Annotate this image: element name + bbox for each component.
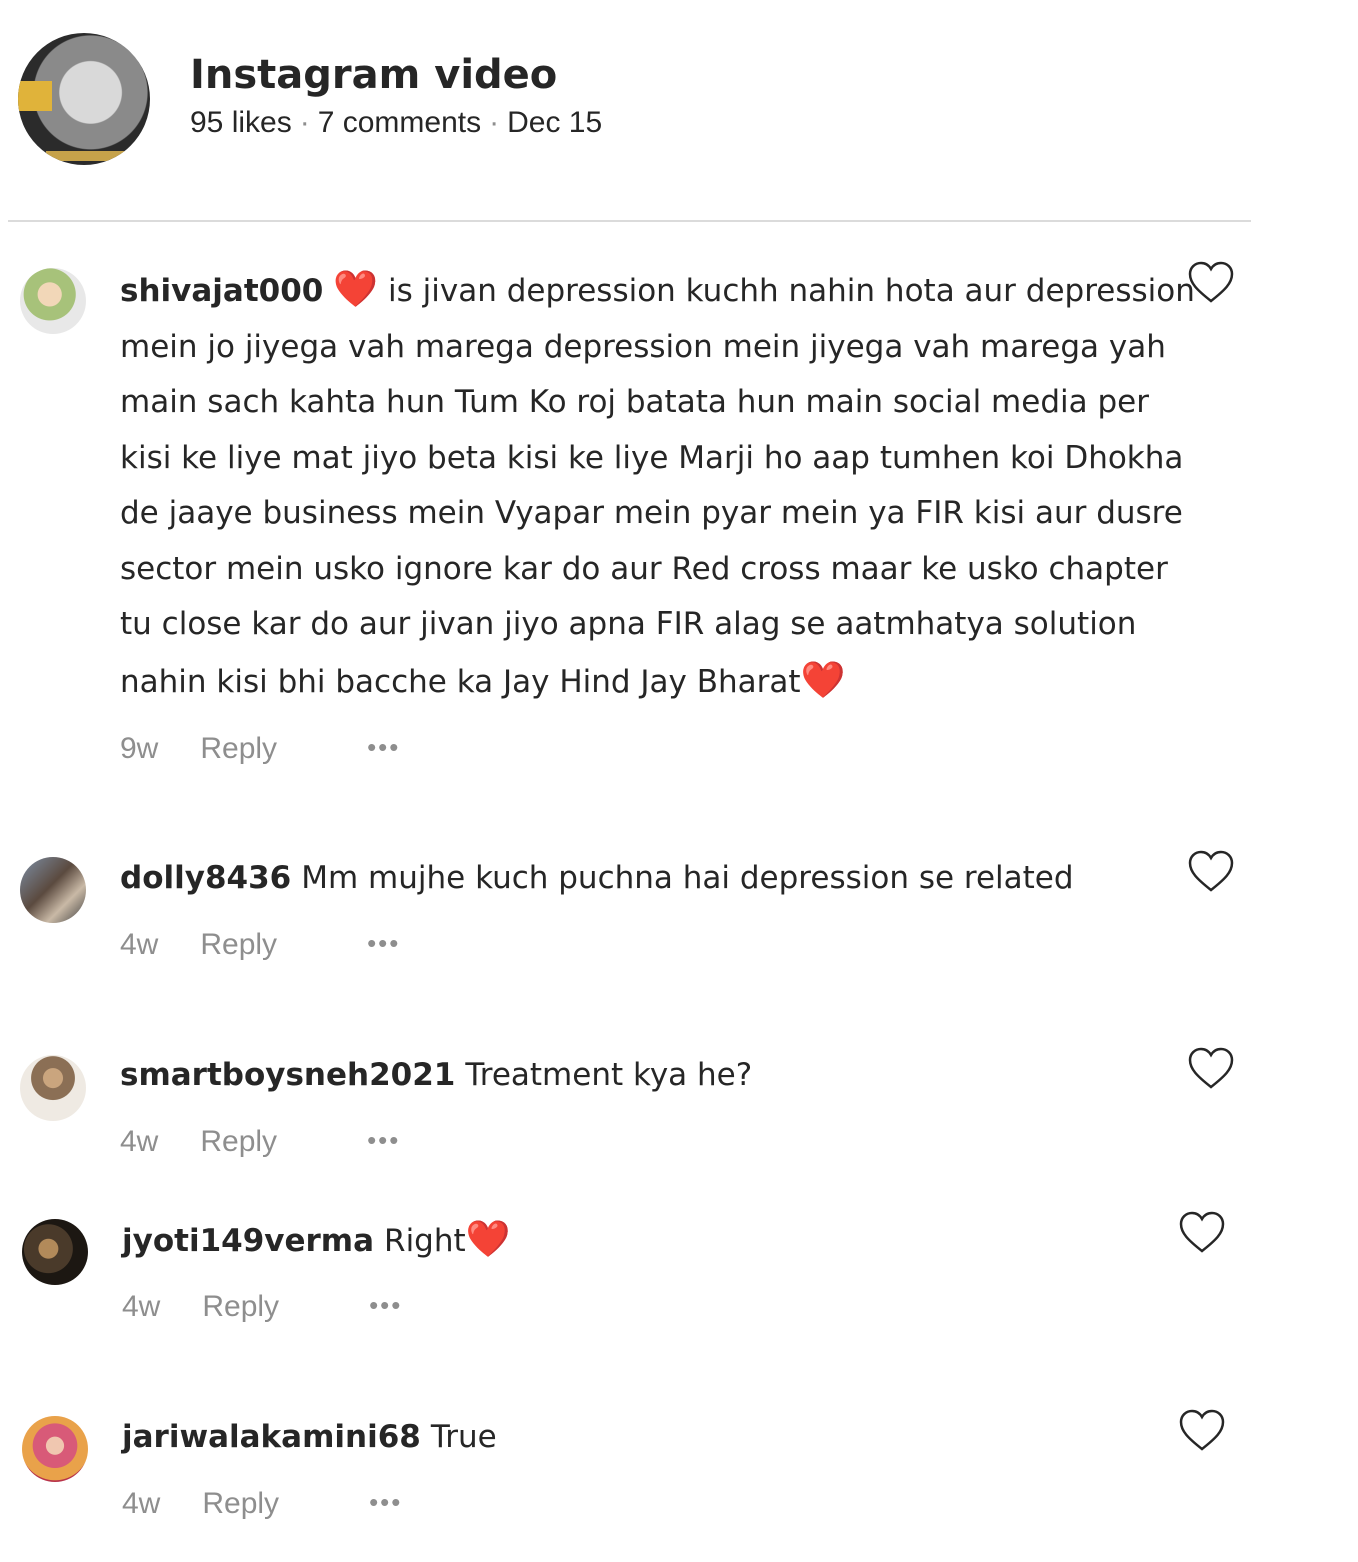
comment-text: True xyxy=(430,1419,497,1455)
more-options-icon[interactable]: ••• xyxy=(369,1487,402,1517)
red-heart-emoji: ❤️ xyxy=(465,1219,511,1260)
comment-username[interactable]: jariwalakamini68 xyxy=(122,1419,421,1455)
comment-text: Treatment kya he? xyxy=(465,1057,753,1093)
comment-username[interactable]: smartboysneh2021 xyxy=(120,1057,455,1093)
red-heart-emoji: ❤️ xyxy=(333,269,379,310)
commenter-avatar[interactable] xyxy=(20,1055,86,1121)
comment-username[interactable]: shivajat000 xyxy=(120,273,323,309)
reply-button[interactable]: Reply xyxy=(200,732,277,765)
comment-body: smartboysneh2021 Treatment kya he? xyxy=(120,1048,1200,1104)
more-options-icon[interactable]: ••• xyxy=(369,1290,402,1320)
comment-time: 4w xyxy=(122,1290,161,1323)
heart-outline-icon[interactable] xyxy=(1178,1408,1226,1452)
comment-meta: 9w Reply ••• xyxy=(120,732,400,766)
header-divider xyxy=(8,220,1251,222)
post-header: Instagram video 95 likes · 7 comments · Dec … xyxy=(0,0,1260,222)
avatar-bar xyxy=(46,151,126,161)
comment-meta: 4w Reply ••• xyxy=(120,928,400,962)
comment-meta: 4w Reply ••• xyxy=(122,1290,402,1324)
heart-outline-icon[interactable] xyxy=(1187,1046,1235,1090)
more-options-icon[interactable]: ••• xyxy=(367,1125,400,1155)
comment-text: is jivan depression kuchh nahin hota aur… xyxy=(120,273,1195,700)
red-heart-emoji: ❤️ xyxy=(800,659,846,701)
reply-button[interactable]: Reply xyxy=(200,1125,277,1158)
comments-count[interactable]: 7 comments xyxy=(318,106,481,139)
reply-button[interactable]: Reply xyxy=(202,1290,279,1323)
comment-body: jyoti149verma Right❤️ xyxy=(122,1212,1202,1270)
commenter-avatar[interactable] xyxy=(20,857,86,923)
comment-time: 4w xyxy=(120,1125,159,1158)
comment-meta: 4w Reply ••• xyxy=(120,1125,400,1159)
likes-count[interactable]: 95 likes xyxy=(190,106,292,139)
reply-button[interactable]: Reply xyxy=(202,1487,279,1520)
comment-username[interactable]: jyoti149verma xyxy=(122,1223,374,1259)
commenter-avatar[interactable] xyxy=(22,1219,88,1285)
post-date: Dec 15 xyxy=(507,106,603,139)
heart-outline-icon[interactable] xyxy=(1187,849,1235,893)
comment-body: jariwalakamini68 True xyxy=(122,1410,1202,1466)
comment-time: 4w xyxy=(122,1487,161,1520)
meta-separator: · xyxy=(489,106,500,139)
post-author-avatar[interactable] xyxy=(18,33,150,165)
more-options-icon[interactable]: ••• xyxy=(367,928,400,958)
reply-button[interactable]: Reply xyxy=(200,928,277,961)
comment-body: shivajat000 ❤️ is jivan depression kuchh … xyxy=(120,262,1200,710)
heart-outline-icon[interactable] xyxy=(1178,1210,1226,1254)
post-meta: 95 likes · 7 comments · Dec 15 xyxy=(190,106,602,140)
comment-body: dolly8436 Mm mujhe kuch puchna hai depres… xyxy=(120,851,1200,907)
commenter-avatar[interactable] xyxy=(22,1416,88,1482)
meta-separator: · xyxy=(299,106,310,139)
comment-time: 9w xyxy=(120,732,159,765)
heart-outline-icon[interactable] xyxy=(1187,260,1235,304)
comment-text: Right xyxy=(384,1223,466,1259)
avatar-tag xyxy=(18,81,52,111)
more-options-icon[interactable]: ••• xyxy=(367,732,400,762)
comment-meta: 4w Reply ••• xyxy=(122,1487,402,1521)
comment-username[interactable]: dolly8436 xyxy=(120,860,291,896)
post-title[interactable]: Instagram video xyxy=(190,52,557,98)
comment-text: Mm mujhe kuch puchna hai depression se r… xyxy=(301,860,1074,896)
comment-time: 4w xyxy=(120,928,159,961)
commenter-avatar[interactable] xyxy=(20,268,86,334)
